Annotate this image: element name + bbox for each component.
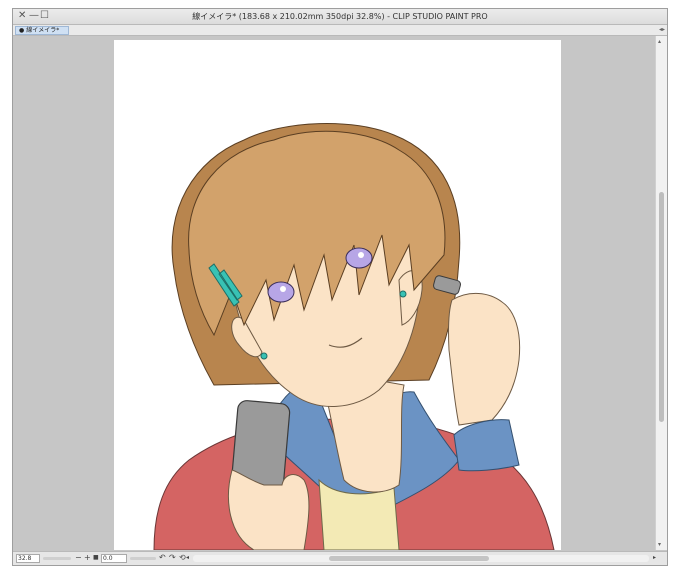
vertical-scroll-thumb[interactable] — [659, 192, 664, 422]
drawing-paper[interactable] — [114, 40, 561, 550]
eye-left — [267, 281, 295, 303]
tab-label: 線イメイラ* — [26, 27, 60, 34]
rotate-left-button[interactable]: ↶ — [159, 553, 166, 563]
vertical-scrollbar[interactable]: ▴ ▾ — [655, 36, 667, 550]
zoom-out-button[interactable]: − — [75, 553, 82, 563]
rotation-field[interactable]: 0.0 — [101, 554, 127, 563]
zoom-field[interactable]: 32.8 — [16, 554, 40, 563]
status-bar: 32.8 − + ■ 0.0 ↶ ↷ ⟲ ◂ ▸ — [13, 551, 667, 565]
scroll-right-icon[interactable]: ▸ — [653, 553, 656, 563]
rotation-slider[interactable] — [130, 557, 156, 560]
sleeve-right — [453, 419, 520, 472]
scroll-left-icon[interactable]: ◂ — [186, 553, 189, 563]
zoom-in-button[interactable]: + — [84, 553, 91, 563]
scroll-down-icon[interactable]: ▾ — [658, 541, 661, 548]
canvas-area[interactable] — [13, 36, 655, 550]
tab-canvas[interactable]: ● 線イメイラ* — [15, 26, 69, 35]
canvas-tab-strip: ● 線イメイラ* ◂▸ — [13, 25, 667, 36]
fit-view-button[interactable]: ■ — [93, 553, 99, 563]
illustration — [153, 123, 555, 550]
zoom-slider[interactable] — [43, 557, 71, 560]
eye-right — [345, 247, 373, 269]
tab-scroll-icon[interactable]: ◂▸ — [659, 26, 665, 33]
scroll-up-icon[interactable]: ▴ — [658, 38, 661, 45]
earring-left — [260, 352, 268, 360]
reset-rotation-button[interactable]: ⟲ — [179, 553, 186, 563]
app-window: ✕ — ☐ 線イメイラ* (183.68 x 210.02mm 350dpi 3… — [12, 8, 668, 566]
title-bar[interactable]: ✕ — ☐ 線イメイラ* (183.68 x 210.02mm 350dpi 3… — [13, 9, 667, 25]
earring-right — [399, 290, 407, 298]
rotate-right-button[interactable]: ↷ — [169, 553, 176, 563]
unsaved-dot-icon: ● — [19, 27, 25, 34]
horizontal-scroll-thumb[interactable] — [329, 556, 489, 561]
horizontal-scrollbar[interactable] — [193, 555, 649, 562]
window-title: 線イメイラ* (183.68 x 210.02mm 350dpi 32.8%) … — [192, 12, 488, 21]
eye-highlight-right — [358, 252, 364, 258]
hand-right — [447, 293, 521, 426]
eye-highlight-left — [280, 286, 286, 292]
